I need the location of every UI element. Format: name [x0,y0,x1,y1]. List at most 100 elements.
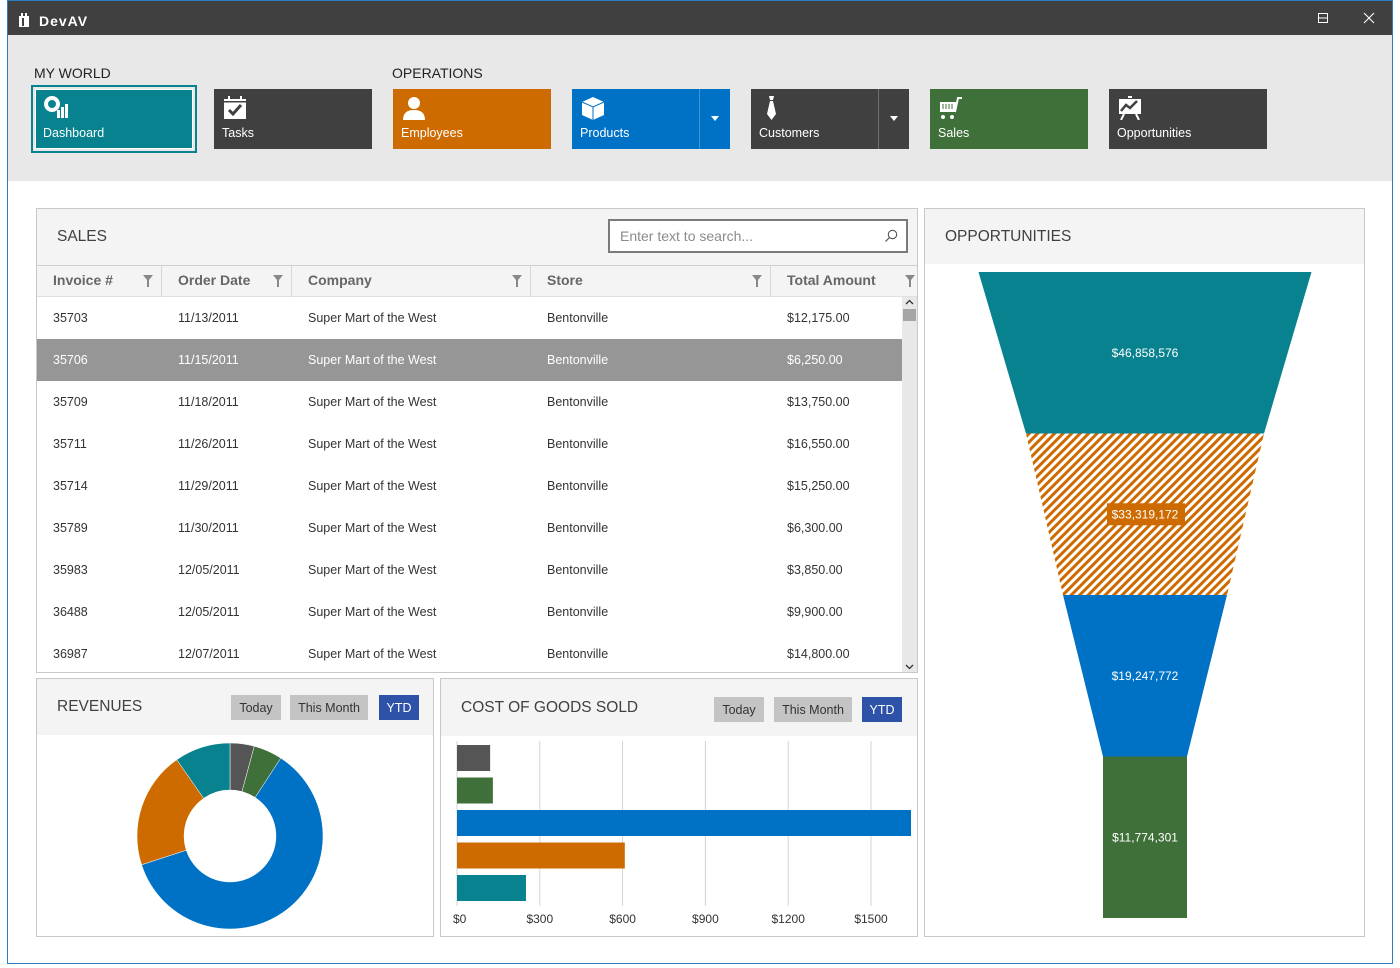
opportunities-funnel-chart: $46,858,576 $33,319,172 $19,247,772 $11,774… [978,272,1312,918]
maximize-icon [1318,13,1328,23]
revenues-title: REVENUES [57,698,143,715]
table-row[interactable]: 35711 11/26/2011 Super Mart of the West Ben… [37,423,903,465]
scroll-up-icon[interactable] [905,299,914,305]
column-label: Order Date [178,272,251,288]
bar-4[interactable] [457,875,526,901]
vertical-scrollbar[interactable] [902,297,917,672]
bar-2[interactable] [457,810,912,836]
cogs-ytd-button[interactable]: YTD [862,697,902,722]
tile-opportunities[interactable]: Opportunities [1109,89,1267,149]
filter-icon[interactable] [512,275,522,287]
close-button[interactable] [1346,1,1392,35]
search-box[interactable] [608,219,908,253]
tile-tasks[interactable]: Tasks [214,89,372,149]
tile-label: Employees [401,126,463,140]
tile-sales[interactable]: Sales [930,89,1088,149]
column-header-total-amount[interactable]: Total Amount [771,266,917,297]
cell-total-amount: $15,250.00 [787,479,850,493]
cell-store: Bentonville [547,605,609,619]
cell-company: Super Mart of the West [308,605,437,619]
funnel-label-1: $33,319,172 [1112,507,1179,521]
presentation-chart-icon [1119,96,1141,120]
search-icon[interactable] [884,229,898,243]
search-input[interactable] [620,226,870,246]
table-row[interactable]: 35706 11/15/2011 Super Mart of the West Ben… [37,339,903,381]
x-tick-label: $900 [692,912,719,926]
cell-total-amount: $6,300.00 [787,521,843,535]
cell-store: Bentonville [547,395,609,409]
cell-total-amount: $13,750.00 [787,395,850,409]
sales-panel-header: SALES [37,209,917,265]
filter-icon[interactable] [143,275,153,287]
opportunities-panel-header: OPPORTUNITIES [925,209,1364,264]
customers-dropdown-button[interactable] [878,89,909,149]
cell-order-date: 12/05/2011 [178,563,240,577]
cell-total-amount: $16,550.00 [787,437,850,451]
bar-3[interactable] [457,842,625,869]
bar-1[interactable] [457,777,493,804]
funnel-label-2: $19,247,772 [1112,669,1179,683]
grid-header: Invoice # Order Date Company Store Total… [37,265,917,297]
cogs-panel-header: COST OF GOODS SOLD Today This Month YTD [441,679,917,736]
column-header-company[interactable]: Company [292,266,531,297]
table-row[interactable]: 36488 12/05/2011 Super Mart of the West Ben… [37,591,903,633]
tile-employees[interactable]: Employees [393,89,551,149]
cell-company: Super Mart of the West [308,437,437,451]
cell-order-date: 11/18/2011 [178,395,239,409]
filter-icon[interactable] [905,275,915,287]
tile-label: Customers [759,126,820,140]
table-row[interactable]: 35789 11/30/2011 Super Mart of the West Ben… [37,507,903,549]
scroll-thumb[interactable] [903,309,916,321]
filter-icon[interactable] [752,275,762,287]
funnel-label-3: $11,774,301 [1112,830,1178,844]
table-row[interactable]: 35709 11/18/2011 Super Mart of the West Ben… [37,381,903,423]
group-label-operations: OPERATIONS [392,65,483,81]
column-label: Invoice # [53,272,113,288]
tile-customers[interactable]: Customers [751,89,909,149]
caret-down-icon [890,116,898,121]
cell-total-amount: $14,800.00 [787,647,850,661]
cell-order-date: 11/15/2011 [178,353,239,367]
table-row[interactable]: 35983 12/05/2011 Super Mart of the West Ben… [37,549,903,591]
column-header-invoice[interactable]: Invoice # [37,266,162,297]
tile-label: Opportunities [1117,126,1192,140]
column-header-order-date[interactable]: Order Date [162,266,292,297]
x-tick-label: $1200 [772,912,806,926]
tie-icon [767,96,776,120]
filter-icon[interactable] [273,275,283,287]
table-row[interactable]: 35714 11/29/2011 Super Mart of the West Ben… [37,465,903,507]
cell-store: Bentonville [547,353,609,367]
cell-company: Super Mart of the West [308,647,437,661]
column-header-store[interactable]: Store [531,266,771,297]
scroll-down-icon[interactable] [905,664,914,670]
products-dropdown-button[interactable] [699,89,730,149]
cell-company: Super Mart of the West [308,311,437,325]
column-label: Total Amount [787,272,876,288]
tile-products[interactable]: Products [572,89,730,149]
tile-label: Products [580,126,630,140]
cell-total-amount: $9,900.00 [787,605,843,619]
x-tick-label: $1500 [854,912,888,926]
cell-invoice: 35703 [53,311,88,325]
table-row[interactable]: 36987 12/07/2011 Super Mart of the West Ben… [37,633,903,672]
cell-total-amount: $12,175.00 [787,311,850,325]
cell-company: Super Mart of the West [308,563,437,577]
maximize-button[interactable] [1300,1,1346,35]
revenues-this-month-button[interactable]: This Month [290,695,368,720]
cell-invoice: 35789 [53,521,88,535]
cogs-title: COST OF GOODS SOLD [461,699,639,716]
revenues-ytd-button[interactable]: YTD [379,695,419,720]
box-icon [581,97,605,120]
cell-invoice: 35711 [53,437,87,451]
cogs-today-button[interactable]: Today [714,697,764,722]
tile-dashboard[interactable]: Dashboard [31,85,197,153]
cell-invoice: 35706 [53,353,88,367]
cell-order-date: 12/07/2011 [178,647,240,661]
bar-0[interactable] [457,745,491,771]
table-row[interactable]: 35703 11/13/2011 Super Mart of the West Ben… [37,297,903,339]
cell-store: Bentonville [547,311,609,325]
cogs-this-month-button[interactable]: This Month [774,697,852,722]
cell-store: Bentonville [547,563,609,577]
caret-down-icon [711,116,719,121]
revenues-today-button[interactable]: Today [231,695,281,720]
